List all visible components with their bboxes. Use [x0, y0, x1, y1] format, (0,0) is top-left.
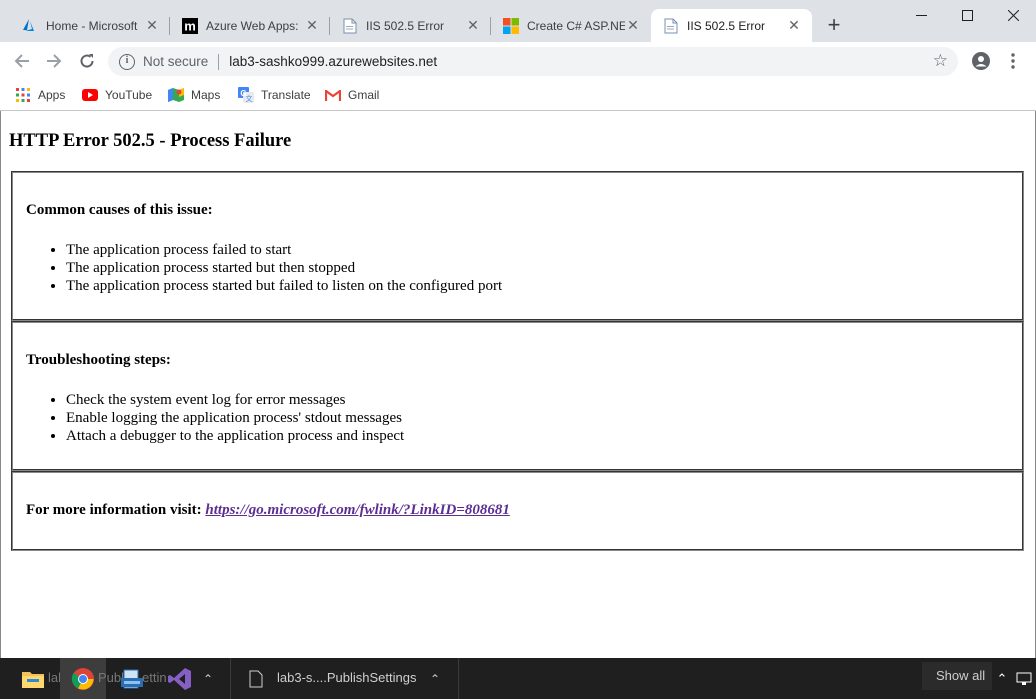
microsoft-icon	[503, 17, 519, 34]
tab-title: IIS 502.5 Error	[687, 18, 766, 33]
show-all-button[interactable]: Show all	[922, 662, 992, 690]
bookmark-translate[interactable]: G文 Translate	[238, 85, 311, 105]
tab-title: Azure Web Apps:	[206, 18, 299, 33]
profile-button[interactable]	[971, 51, 991, 71]
youtube-icon	[82, 87, 98, 103]
list-item: The application process started but then…	[66, 259, 502, 277]
close-icon[interactable]: ✕	[465, 17, 481, 34]
tab-title: Create C# ASP.NE	[527, 18, 625, 33]
divider	[230, 658, 231, 699]
tab-title: Home - Microsoft	[46, 18, 138, 33]
close-icon[interactable]: ✕	[625, 17, 641, 34]
close-icon[interactable]: ✕	[144, 17, 160, 34]
section-heading: Troubleshooting steps:	[26, 352, 171, 368]
maximize-button[interactable]	[944, 0, 990, 30]
forward-arrow-icon	[47, 54, 62, 68]
chevron-up-icon[interactable]: ⌃	[198, 658, 218, 699]
bookmark-apps[interactable]: Apps	[15, 85, 65, 105]
list-item: The application process failed to start	[66, 241, 502, 259]
list-item: Check the system event log for error mes…	[66, 391, 404, 409]
tab-azure-web-apps[interactable]: m Azure Web Apps: ✕	[170, 9, 330, 42]
page-icon	[342, 18, 358, 34]
visual-studio-icon	[168, 667, 191, 690]
more-info-text: For more information visit: https://go.m…	[26, 502, 510, 519]
reload-button[interactable]	[76, 50, 98, 72]
bookmark-star-icon[interactable]: ☆	[933, 51, 948, 71]
publish-settings-icon	[121, 669, 143, 688]
tab-iis-error[interactable]: IIS 502.5 Error ✕	[330, 9, 491, 42]
tab-create-csharp[interactable]: Create C# ASP.NE ✕	[491, 9, 651, 42]
bookmarks-bar: Apps YouTube Maps G文 Translate Gmail	[0, 80, 1036, 111]
apps-grid-icon	[15, 87, 31, 103]
download-item-label[interactable]: lab3-s....PublishSettings	[277, 670, 416, 685]
steps-list: Check the system event log for error mes…	[26, 391, 404, 445]
more-info-section: For more information visit: https://go.m…	[11, 471, 1024, 551]
minimize-icon	[915, 14, 927, 16]
bookmark-youtube[interactable]: YouTube	[82, 85, 152, 105]
minimize-button[interactable]	[898, 0, 944, 30]
bookmark-label: Gmail	[348, 88, 380, 102]
gmail-icon	[325, 87, 341, 103]
bookmark-label: YouTube	[105, 88, 153, 102]
browser-toolbar: i Not secure lab3-sashko999.azurewebsite…	[0, 42, 1036, 80]
address-bar[interactable]: i Not secure lab3-sashko999.azurewebsite…	[108, 47, 958, 76]
taskbar: lab3 Publ ettin ⌃ lab3-s....PublishSetti…	[0, 658, 1036, 699]
common-causes-section: Common causes of this issue: The applica…	[11, 171, 1024, 321]
causes-list: The application process failed to start …	[26, 241, 502, 295]
troubleshooting-section: Troubleshooting steps: Check the system …	[11, 321, 1024, 471]
svg-text:m: m	[184, 18, 196, 33]
kebab-menu-icon	[1011, 53, 1015, 69]
list-item: The application process started but fail…	[66, 277, 502, 295]
list-item: Enable logging the application process' …	[66, 409, 404, 427]
azure-icon	[22, 18, 38, 34]
bookmark-gmail[interactable]: Gmail	[325, 85, 379, 105]
svg-text:文: 文	[246, 94, 253, 103]
menu-button[interactable]	[1003, 51, 1023, 71]
close-icon[interactable]: ✕	[304, 17, 320, 34]
info-icon[interactable]: i	[119, 53, 135, 70]
divider	[218, 53, 220, 70]
maximize-icon	[961, 9, 973, 21]
folder-icon	[22, 671, 44, 688]
more-info-link[interactable]: https://go.microsoft.com/fwlink/?LinkID=…	[205, 502, 509, 518]
bookmark-label: Maps	[191, 88, 221, 102]
tab-title: IIS 502.5 Error	[366, 18, 445, 33]
page-title: HTTP Error 502.5 - Process Failure	[9, 131, 292, 151]
chevron-up-icon[interactable]: ⌃	[992, 658, 1012, 699]
bookmark-label: Apps	[38, 88, 66, 102]
tab-home-microsoft[interactable]: Home - Microsoft ✕	[10, 9, 170, 42]
list-item: Attach a debugger to the application pro…	[66, 427, 404, 445]
close-icon[interactable]: ✕	[786, 17, 802, 34]
tab-iis-error-active[interactable]: IIS 502.5 Error ✕	[651, 9, 812, 42]
page-content: HTTP Error 502.5 - Process Failure Commo…	[0, 111, 1036, 658]
tab-strip: Home - Microsoft ✕ m Azure Web Apps: ✕ I…	[0, 0, 1036, 42]
more-info-label: For more information visit:	[26, 502, 202, 518]
m-icon: m	[182, 17, 198, 34]
chrome-icon	[71, 667, 94, 690]
reload-icon	[80, 54, 94, 68]
visual-studio-button[interactable]	[160, 658, 200, 699]
forward-button[interactable]	[43, 50, 65, 72]
new-tab-button[interactable]: +	[822, 14, 846, 38]
section-heading: Common causes of this issue:	[26, 202, 213, 218]
file-explorer-button[interactable]	[13, 658, 53, 699]
back-arrow-icon	[14, 54, 29, 68]
network-icon[interactable]	[1014, 658, 1034, 699]
file-icon	[246, 658, 266, 699]
chevron-up-icon[interactable]: ⌃	[425, 658, 445, 699]
translate-icon: G文	[238, 87, 254, 103]
page-icon	[663, 18, 679, 34]
close-window-button[interactable]	[990, 0, 1036, 30]
bookmark-maps[interactable]: Maps	[168, 85, 220, 105]
maps-icon	[168, 87, 184, 103]
back-button[interactable]	[11, 50, 33, 72]
security-status[interactable]: Not secure	[143, 54, 208, 69]
show-all-label: Show all	[936, 668, 986, 683]
divider	[458, 658, 459, 699]
url-text[interactable]: lab3-sashko999.azurewebsites.net	[229, 54, 437, 69]
bookmark-label: Translate	[261, 88, 311, 102]
close-icon	[1007, 9, 1019, 21]
account-icon	[972, 52, 990, 70]
